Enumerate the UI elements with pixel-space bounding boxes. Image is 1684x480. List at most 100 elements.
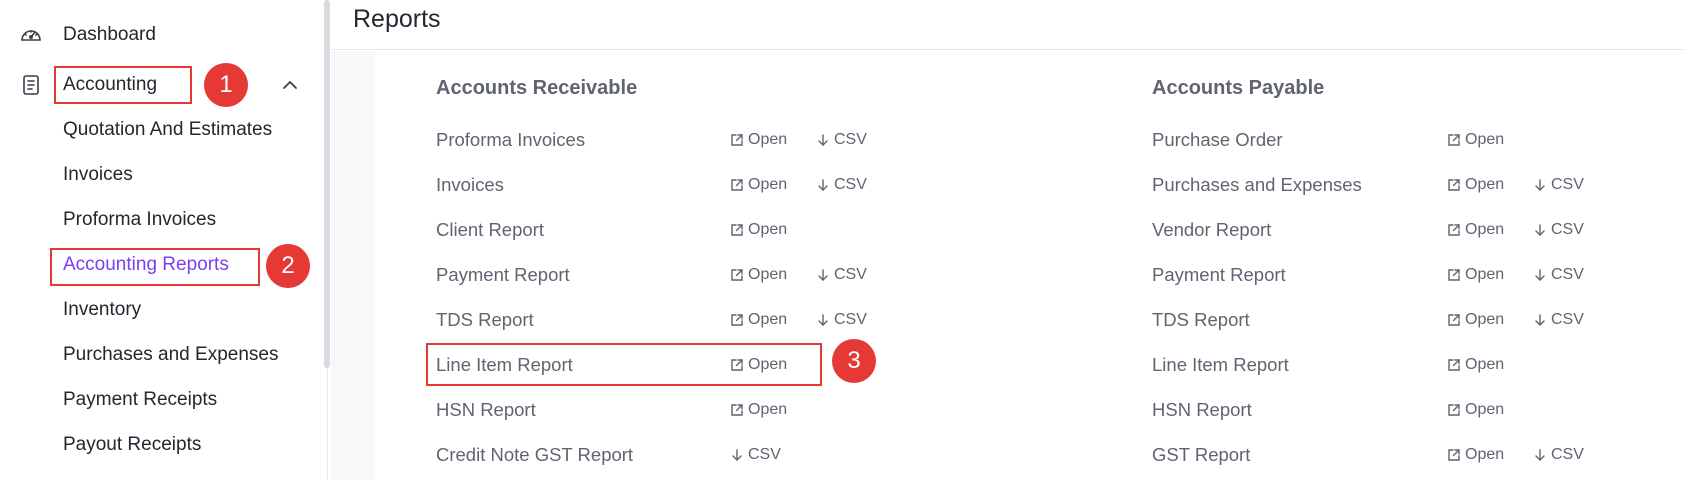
sidebar-item-label: Payment Receipts: [63, 389, 218, 410]
csv-button[interactable]: CSV: [1533, 221, 1584, 239]
external-link-icon: [1448, 224, 1460, 236]
report-name: TDS Report: [1152, 309, 1250, 330]
annotation-badge-3: 3: [832, 339, 876, 383]
csv-button[interactable]: CSV: [730, 446, 781, 464]
section-title-receivable: Accounts Receivable: [436, 77, 638, 99]
reports-panel: Accounts Receivable Proforma Invoices Op…: [375, 51, 1684, 480]
annotation-badge-1: 1: [204, 63, 248, 107]
open-label: Open: [748, 176, 788, 193]
report-name: HSN Report: [1152, 399, 1252, 420]
open-button[interactable]: Open: [1447, 356, 1504, 374]
report-name: Credit Note GST Report: [436, 444, 634, 465]
open-label: Open: [1465, 401, 1505, 418]
open-button[interactable]: Open: [1447, 446, 1504, 464]
csv-button[interactable]: CSV: [1533, 176, 1584, 194]
open-button[interactable]: Open: [1447, 176, 1504, 194]
open-button[interactable]: Open: [730, 266, 787, 284]
sidebar-item-label: Inventory: [63, 299, 142, 320]
open-button[interactable]: Open: [1447, 311, 1504, 329]
sidebar-scrollbar[interactable]: [324, 0, 330, 368]
external-link-icon: [731, 179, 743, 191]
report-name: Purchase Order: [1152, 129, 1283, 150]
csv-label: CSV: [1551, 176, 1584, 193]
external-link-icon: [731, 314, 743, 326]
open-label: Open: [748, 311, 788, 328]
csv-button[interactable]: CSV: [1533, 446, 1584, 464]
report-name: Line Item Report: [1152, 354, 1289, 375]
sidebar-item-dashboard[interactable]: Dashboard: [0, 17, 320, 53]
download-arrow-icon: [732, 449, 742, 461]
csv-label: CSV: [1551, 221, 1584, 238]
report-name: HSN Report: [436, 399, 536, 420]
sidebar-item-label: Proforma Invoices: [63, 209, 217, 230]
sidebar-item-payment-receipts[interactable]: Payment Receipts: [0, 382, 320, 418]
chevron-up-icon[interactable]: [281, 76, 299, 94]
open-button[interactable]: Open: [1447, 266, 1504, 284]
csv-button[interactable]: CSV: [1533, 266, 1584, 284]
external-link-icon: [731, 134, 743, 146]
report-name: TDS Report: [436, 309, 534, 330]
sidebar-item-label: Purchases and Expenses: [63, 344, 279, 365]
open-button[interactable]: Open: [730, 131, 787, 149]
external-link-icon: [731, 269, 743, 281]
content-area: Accounts Receivable Proforma Invoices Op…: [331, 51, 1684, 480]
open-button[interactable]: Open: [730, 311, 787, 329]
csv-label: CSV: [1551, 446, 1584, 463]
page-header: Reports: [331, 0, 1684, 50]
external-link-icon: [1448, 134, 1460, 146]
sidebar-item-purchases-and-expenses[interactable]: Purchases and Expenses: [0, 337, 320, 373]
open-label: Open: [748, 266, 788, 283]
sidebar-item-label: Dashboard: [63, 24, 156, 45]
sidebar-item-label: Payout Receipts: [63, 434, 202, 455]
sidebar-item-inventory[interactable]: Inventory: [0, 292, 320, 328]
open-button[interactable]: Open: [1447, 221, 1504, 239]
external-link-icon: [731, 404, 743, 416]
open-button[interactable]: Open: [730, 176, 787, 194]
annotation-badge-2: 2: [266, 244, 310, 288]
annotation-box-accounting-reports: [50, 248, 260, 286]
download-arrow-icon: [1535, 269, 1545, 281]
sidebar-item-quotation-and-estimates[interactable]: Quotation And Estimates: [0, 112, 320, 148]
download-arrow-icon: [818, 179, 828, 191]
report-name: Purchases and Expenses: [1152, 174, 1362, 195]
external-link-icon: [1448, 449, 1460, 461]
external-link-icon: [1448, 314, 1460, 326]
annotation-box-line-item-report: [426, 343, 822, 386]
open-button[interactable]: Open: [1447, 131, 1504, 149]
page-title: Reports: [353, 5, 441, 33]
sidebar-item-payout-receipts[interactable]: Payout Receipts: [0, 427, 320, 463]
report-name: Payment Report: [1152, 264, 1286, 285]
download-arrow-icon: [818, 269, 828, 281]
download-arrow-icon: [1535, 449, 1545, 461]
open-button[interactable]: Open: [730, 401, 787, 419]
open-label: Open: [748, 401, 788, 418]
download-arrow-icon: [1535, 179, 1545, 191]
sidebar-item-invoices[interactable]: Invoices: [0, 157, 320, 193]
open-label: Open: [1465, 221, 1505, 238]
open-button[interactable]: Open: [730, 221, 787, 239]
csv-button[interactable]: CSV: [816, 176, 867, 194]
open-label: Open: [1465, 131, 1505, 148]
external-link-icon: [731, 224, 743, 236]
external-link-icon: [1448, 404, 1460, 416]
document-list-icon: [23, 75, 39, 95]
csv-button[interactable]: CSV: [1533, 311, 1584, 329]
open-button[interactable]: Open: [1447, 401, 1504, 419]
open-label: Open: [1465, 446, 1505, 463]
sidebar-item-label: Invoices: [63, 164, 133, 185]
sidebar-item-label: Quotation And Estimates: [63, 119, 273, 140]
csv-button[interactable]: CSV: [816, 311, 867, 329]
csv-label: CSV: [748, 446, 781, 463]
download-arrow-icon: [818, 314, 828, 326]
external-link-icon: [1448, 179, 1460, 191]
open-label: Open: [748, 221, 788, 238]
csv-button[interactable]: CSV: [816, 131, 867, 149]
report-name: Proforma Invoices: [436, 129, 586, 150]
sidebar-item-proforma-invoices[interactable]: Proforma Invoices: [0, 202, 320, 238]
dashboard-gauge-icon: [21, 30, 41, 41]
external-link-icon: [1448, 269, 1460, 281]
csv-label: CSV: [1551, 311, 1584, 328]
csv-button[interactable]: CSV: [816, 266, 867, 284]
section-title-payable: Accounts Payable: [1152, 77, 1325, 99]
csv-label: CSV: [834, 266, 867, 283]
